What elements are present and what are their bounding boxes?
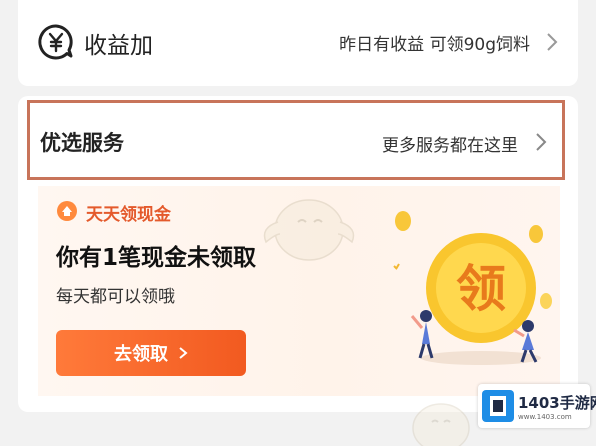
site-brand: 1403手游网 <box>518 394 596 412</box>
chevron-right-icon <box>179 347 188 359</box>
promo-subtitle: 每天都可以领哦 <box>56 287 175 307</box>
services-header[interactable]: 优选服务 更多服务都在这里 <box>27 100 565 180</box>
site-logo-icon <box>482 390 514 422</box>
coin-char: 领 <box>456 260 506 318</box>
site-url: www.1403.com <box>518 413 572 421</box>
claim-cash-button[interactable]: 去领取 <box>56 330 246 376</box>
services-title: 优选服务 <box>40 131 124 155</box>
yuan-bubble-icon <box>38 24 73 60</box>
promo-tag: 天天领现金 <box>86 205 171 225</box>
cash-promo-banner[interactable]: 天天领现金 你有1笔现金未领取 每天都可以领哦 领 去领取 <box>38 186 560 396</box>
mascot-watermark-icon <box>412 403 470 446</box>
claim-button-label: 去领取 <box>114 344 168 364</box>
coin-illustration-icon: 领 <box>393 211 552 365</box>
promo-title: 你有1笔现金未领取 <box>56 245 257 271</box>
mascot-watermark-icon <box>263 199 355 261</box>
chevron-right-icon <box>547 33 558 51</box>
earnings-row[interactable]: 收益加 昨日有收益 可领90g饲料 <box>18 20 578 64</box>
earnings-card: 收益加 昨日有收益 可领90g饲料 <box>18 0 578 86</box>
earnings-title: 收益加 <box>84 33 153 59</box>
services-more-link[interactable]: 更多服务都在这里 <box>382 131 518 156</box>
cash-badge-icon <box>57 201 77 221</box>
chevron-right-icon <box>536 133 547 151</box>
earnings-hint: 昨日有收益 可领90g饲料 <box>339 35 530 55</box>
site-watermark: 1403手游网 www.1403.com <box>478 384 596 428</box>
